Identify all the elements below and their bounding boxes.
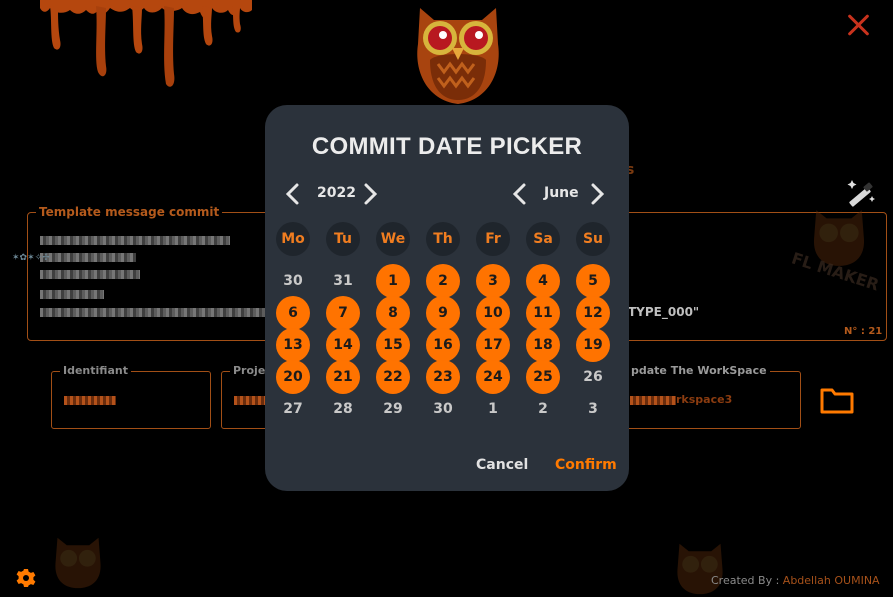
day-cell-selected[interactable]: 23: [426, 360, 460, 394]
chevron-right-icon: [364, 183, 378, 205]
day-cell-selected[interactable]: 9: [426, 296, 460, 330]
day-cell-selected[interactable]: 20: [276, 360, 310, 394]
workspace-value: rkspace3: [676, 393, 733, 406]
template-line-blurred: [40, 236, 230, 245]
next-month-button[interactable]: [587, 182, 607, 206]
chevron-left-icon: [512, 183, 526, 205]
day-cell-selected[interactable]: 4: [526, 264, 560, 298]
day-cell-selected[interactable]: 16: [426, 328, 460, 362]
footer-credit: Created By : Abdellah OUMINA: [711, 574, 880, 587]
day-cell-selected[interactable]: 14: [326, 328, 360, 362]
day-cell[interactable]: 2: [526, 392, 560, 426]
prev-month-button[interactable]: [510, 182, 530, 206]
day-cell-selected[interactable]: 15: [376, 328, 410, 362]
owl-watermark: [55, 537, 101, 589]
dialog-title: COMMIT DATE PICKER: [311, 133, 583, 160]
footer-author: Abdellah OUMINA: [782, 574, 880, 587]
year-value: 2022: [317, 185, 356, 201]
owl-mascot-logo: [417, 8, 499, 104]
day-cell[interactable]: 30: [276, 264, 310, 298]
day-cell-selected[interactable]: 17: [476, 328, 510, 362]
identifiant-label: Identifiant: [60, 364, 131, 377]
folder-icon[interactable]: [820, 386, 854, 414]
side-toolbar-icons[interactable]: ✶✿✶✧✢: [12, 254, 50, 263]
template-line-blurred: [40, 253, 136, 262]
weekday-mo: Mo: [276, 222, 310, 256]
day-cell-selected[interactable]: 13: [276, 328, 310, 362]
day-cell-selected[interactable]: 7: [326, 296, 360, 330]
day-cell-selected[interactable]: 25: [526, 360, 560, 394]
day-cell[interactable]: 31: [326, 264, 360, 298]
weekday-we: We: [376, 222, 410, 256]
template-number: N° : 21: [844, 326, 883, 337]
day-cell-selected[interactable]: 10: [476, 296, 510, 330]
gear-icon[interactable]: [16, 568, 36, 588]
day-cell-selected[interactable]: 19: [576, 328, 610, 362]
template-message-label: Template message commit: [36, 205, 223, 219]
day-cell[interactable]: 30: [426, 392, 460, 426]
day-cell-selected[interactable]: 8: [376, 296, 410, 330]
day-cell[interactable]: 28: [326, 392, 360, 426]
date-picker-dialog: COMMIT DATE PICKER 2022 June Mo Tu We Th Fr S…: [265, 105, 629, 491]
day-cell-selected[interactable]: 2: [426, 264, 460, 298]
day-cell[interactable]: 3: [576, 392, 610, 426]
close-icon[interactable]: [844, 10, 874, 40]
weekday-tu: Tu: [326, 222, 360, 256]
project-value-blurred: [234, 396, 266, 405]
day-cell-selected[interactable]: 22: [376, 360, 410, 394]
footer-prefix: Created By :: [711, 574, 780, 587]
day-cell-selected[interactable]: 11: [526, 296, 560, 330]
weekday-sa: Sa: [526, 222, 560, 256]
day-cell-selected[interactable]: 3: [476, 264, 510, 298]
day-cell-selected[interactable]: 12: [576, 296, 610, 330]
paint-drips-decoration: [40, 0, 252, 87]
weekday-su: Su: [576, 222, 610, 256]
confirm-button[interactable]: Confirm: [555, 457, 617, 473]
next-year-button[interactable]: [360, 182, 380, 206]
day-cell[interactable]: 29: [376, 392, 410, 426]
template-line-blurred: [40, 270, 140, 279]
identifiant-value-blurred: [64, 396, 116, 405]
weekday-th: Th: [426, 222, 460, 256]
day-cell[interactable]: 27: [276, 392, 310, 426]
day-cell-selected[interactable]: 5: [576, 264, 610, 298]
owl-watermark: [677, 543, 723, 595]
cancel-button[interactable]: Cancel: [476, 457, 528, 473]
workspace-value-blurred: [630, 396, 676, 405]
day-cell[interactable]: 1: [476, 392, 510, 426]
weekday-fr: Fr: [476, 222, 510, 256]
day-cell-selected[interactable]: 1: [376, 264, 410, 298]
template-line-blurred: [40, 308, 266, 317]
template-type-text: TYPE_000": [628, 305, 700, 319]
template-line-blurred: [40, 290, 104, 299]
month-value: June: [544, 185, 579, 201]
prev-year-button[interactable]: [283, 182, 303, 206]
chevron-left-icon: [285, 183, 299, 205]
day-cell-selected[interactable]: 24: [476, 360, 510, 394]
day-cell[interactable]: 26: [576, 360, 610, 394]
chevron-right-icon: [591, 183, 605, 205]
day-cell-selected[interactable]: 18: [526, 328, 560, 362]
project-label: Proje: [230, 364, 269, 377]
workspace-label: pdate The WorkSpace: [628, 364, 770, 377]
day-cell-selected[interactable]: 6: [276, 296, 310, 330]
day-cell-selected[interactable]: 21: [326, 360, 360, 394]
